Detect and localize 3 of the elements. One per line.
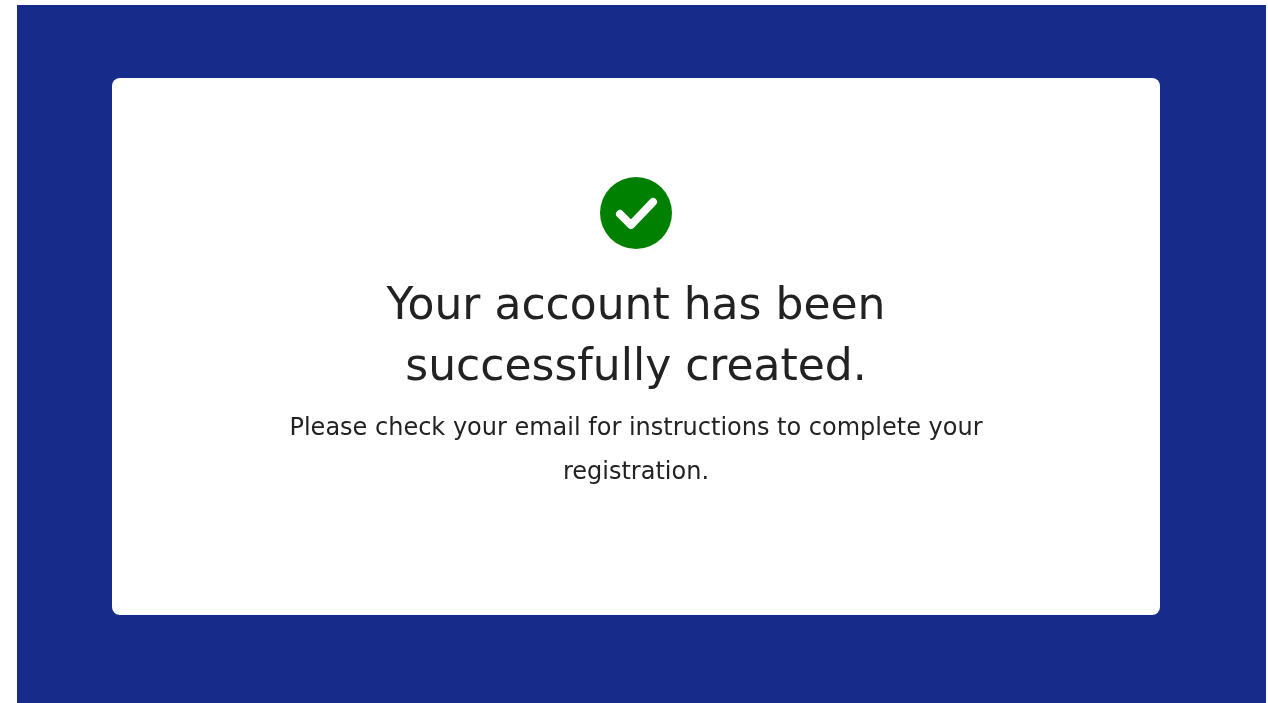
heading: Your account has been successfully created. <box>385 277 887 392</box>
check-circle-icon <box>600 177 672 249</box>
message: Please check your email for instructions to complete your registration. <box>288 412 984 487</box>
